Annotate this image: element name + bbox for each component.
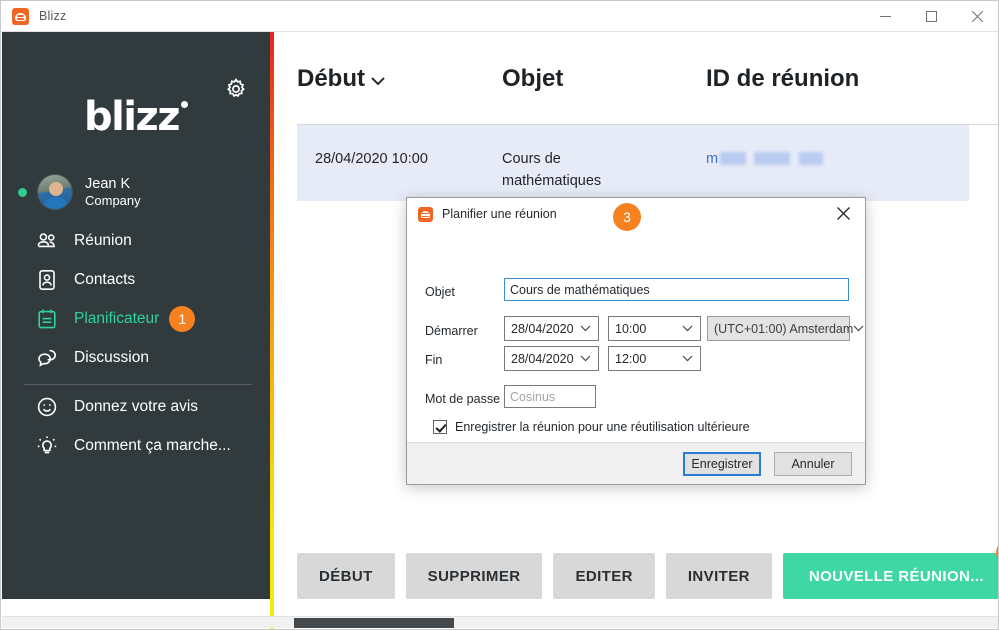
avatar[interactable] [37,174,73,210]
user-profile[interactable]: Jean K Company [2,168,270,216]
chevron-down-icon [682,325,693,332]
calendar-icon [34,306,60,332]
label-fin: Fin [425,353,443,367]
start-date-value: 28/04/2020 [511,321,574,336]
close-icon[interactable] [954,1,998,31]
sidebar-item-planificateur[interactable]: Planificateur 1 [2,300,270,338]
redacted-meeting-id [720,152,747,165]
user-name: Jean K [85,175,131,192]
people-icon [34,228,60,254]
minimize-icon[interactable] [862,1,908,31]
label-demarrer: Démarrer [425,324,478,338]
save-meeting-checkbox-label: Enregistrer la réunion pour une réutilis… [455,420,750,434]
blizz-logo-icon [12,7,29,25]
start-time-value: 10:00 [615,321,647,336]
label-objet: Objet [425,285,455,299]
contact-card-icon [34,267,60,293]
meeting-id-prefix: m [706,151,719,167]
chevron-down-icon [370,65,386,93]
redacted-meeting-id [799,152,824,165]
end-time-value: 12:00 [615,351,647,366]
meetings-table-header: Début Objet ID de réunion [274,65,998,125]
save-meeting-checkbox[interactable] [433,420,447,434]
schedule-meeting-dialog: Planifier une réunion 3 Objet Démarrer 2… [406,197,866,485]
column-header-label: Début [297,65,365,92]
column-header-id-reunion: ID de réunion [706,65,860,92]
sidebar-item-label: Réunion [74,232,132,249]
delete-button[interactable]: SUPPRIMER [405,553,543,599]
dialog-footer: Enregistrer Annuler [407,442,865,484]
blizz-application-window: Blizz blizz Jean K Company Réunion Conta… [0,0,999,630]
end-time-select[interactable]: 12:00 [608,346,701,371]
invite-button[interactable]: INVITER [665,553,772,599]
table-row[interactable]: 28/04/2020 10:00 Cours de mathématiques … [297,125,969,201]
window-controls [862,1,998,31]
sidebar-item-discussion[interactable]: Discussion [2,339,270,377]
cell-subject: Cours de mathématiques [502,151,602,190]
step-badge-3: 3 [613,203,641,231]
sidebar-divider [24,384,252,385]
new-meeting-button-wrapper: NOUVELLE RÉUNION... 2 [782,539,998,599]
presence-indicator [18,187,27,197]
action-button-bar: DÉBUT SUPPRIMER EDITER INVITER NOUVELLE … [297,539,998,599]
window-title: Blizz [39,9,67,23]
sidebar-item-label: Comment ça marche... [74,437,231,454]
start-date-select[interactable]: 28/04/2020 [504,316,599,341]
sidebar-item-label: Discussion [74,349,149,366]
blizz-logo-icon [418,206,433,222]
subject-input[interactable] [504,278,849,301]
horizontal-scrollbar[interactable] [2,616,998,628]
save-button[interactable]: Enregistrer [683,451,761,476]
blizz-wordmark: blizz [2,94,270,140]
timezone-value: (UTC+01:00) Amsterdam [714,321,854,336]
cell-start-time: 28/04/2020 10:00 [315,151,428,167]
lightbulb-icon [34,433,60,459]
maximize-icon[interactable] [908,1,954,31]
chevron-down-icon [580,325,591,332]
scrollbar-thumb[interactable] [294,618,454,628]
user-company: Company [85,192,141,208]
password-input[interactable] [504,385,596,408]
start-button[interactable]: DÉBUT [297,553,395,599]
chat-bubbles-icon [34,345,60,371]
user-text: Jean K Company [85,176,141,209]
cancel-button[interactable]: Annuler [774,451,852,476]
column-header-debut[interactable]: Début [297,65,386,93]
new-meeting-button[interactable]: NOUVELLE RÉUNION... [782,553,998,599]
end-date-value: 28/04/2020 [511,351,574,366]
sidebar-item-label: Donnez votre avis [74,398,199,415]
sidebar-item-contacts[interactable]: Contacts [2,261,270,299]
logo-dot [181,101,189,108]
end-date-select[interactable]: 28/04/2020 [504,346,599,371]
save-meeting-checkbox-row[interactable]: Enregistrer la réunion pour une réutilis… [433,420,750,434]
timezone-select[interactable]: (UTC+01:00) Amsterdam [707,316,864,341]
cell-meeting-id[interactable]: m [706,148,824,170]
sidebar-item-label: Contacts [74,271,136,288]
smiley-icon [34,394,60,420]
edit-button[interactable]: EDITER [553,553,655,599]
sidebar: blizz Jean K Company Réunion Contacts Pl… [2,32,270,599]
chevron-down-icon [580,355,591,362]
sidebar-item-reunion[interactable]: Réunion [2,222,270,260]
dialog-titlebar: Planifier une réunion 3 [407,198,865,231]
label-mot-de-passe: Mot de passe [425,392,501,406]
dialog-body: Objet Démarrer 28/04/2020 10:00 (UTC+01:… [407,230,865,443]
window-titlebar: Blizz [1,1,998,32]
chevron-down-icon [682,355,693,362]
column-header-objet: Objet [502,65,564,92]
close-icon[interactable] [821,198,865,229]
sidebar-badge-planificateur: 1 [169,306,196,332]
start-time-select[interactable]: 10:00 [608,316,701,341]
sidebar-item-donnez-votre-avis[interactable]: Donnez votre avis [2,388,270,426]
chevron-down-icon [853,325,864,332]
redacted-meeting-id [754,152,791,165]
sidebar-item-comment-ca-marche[interactable]: Comment ça marche... [2,427,270,465]
sidebar-item-label: Planificateur [74,310,160,327]
dialog-title: Planifier une réunion [442,207,557,221]
